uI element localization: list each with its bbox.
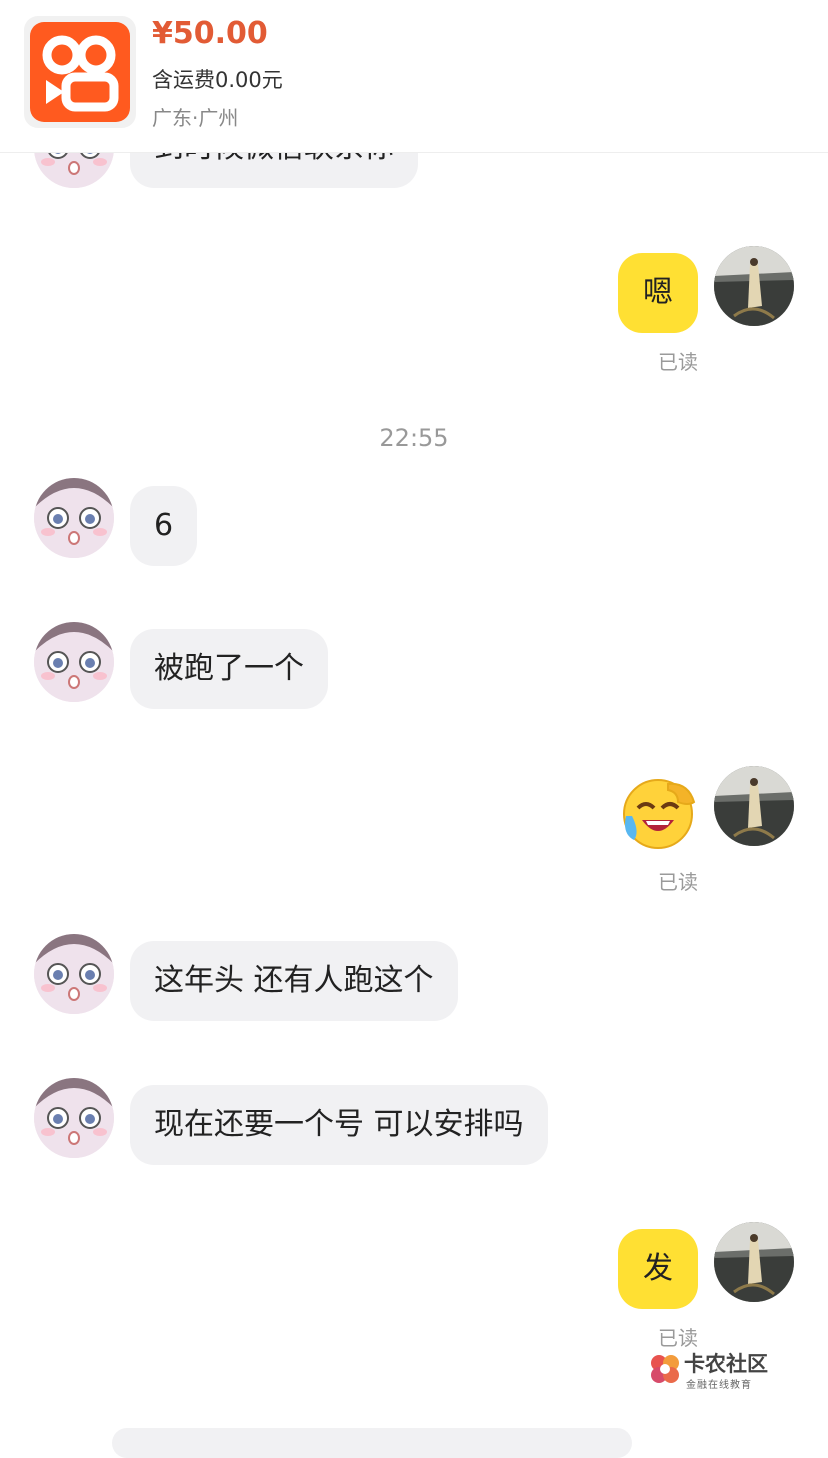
read-status: 已读 xyxy=(658,350,698,374)
message-bubble[interactable]: 嗯 xyxy=(618,253,698,333)
message-bubble[interactable]: 发 xyxy=(618,1229,698,1309)
contact-avatar[interactable] xyxy=(34,478,114,558)
message-bubble[interactable]: 这年头 还有人跑这个 xyxy=(130,941,458,1021)
app-logo-icon xyxy=(24,16,136,128)
timestamp: 22:55 xyxy=(379,424,449,452)
watermark-title: 卡农社区 xyxy=(684,1352,768,1376)
watermark: 卡农社区 金融在线教育 xyxy=(648,1348,778,1392)
product-location: 广东·广州 xyxy=(152,106,239,130)
laughing-crying-emoji-icon[interactable] xyxy=(618,772,698,852)
my-avatar[interactable] xyxy=(714,1222,794,1302)
contact-avatar[interactable] xyxy=(34,622,114,702)
read-status: 已读 xyxy=(658,1326,698,1350)
read-status: 已读 xyxy=(658,870,698,894)
message-bubble-partial xyxy=(112,1428,632,1458)
watermark-logo-icon xyxy=(651,1355,679,1383)
message-bubble[interactable]: 被跑了一个 xyxy=(130,629,328,709)
my-avatar[interactable] xyxy=(714,246,794,326)
contact-avatar[interactable] xyxy=(34,934,114,1014)
product-price: ¥50.00 xyxy=(152,16,268,51)
my-avatar[interactable] xyxy=(714,766,794,846)
contact-avatar[interactable] xyxy=(34,1078,114,1158)
watermark-subtitle: 金融在线教育 xyxy=(686,1380,752,1391)
message-bubble[interactable]: 现在还要一个号 可以安排吗 xyxy=(130,1085,548,1165)
product-shipping: 含运费0.00元 xyxy=(152,68,283,92)
product-header[interactable]: ¥50.00 含运费0.00元 广东·广州 xyxy=(0,0,828,153)
message-bubble[interactable]: 6 xyxy=(130,486,198,566)
